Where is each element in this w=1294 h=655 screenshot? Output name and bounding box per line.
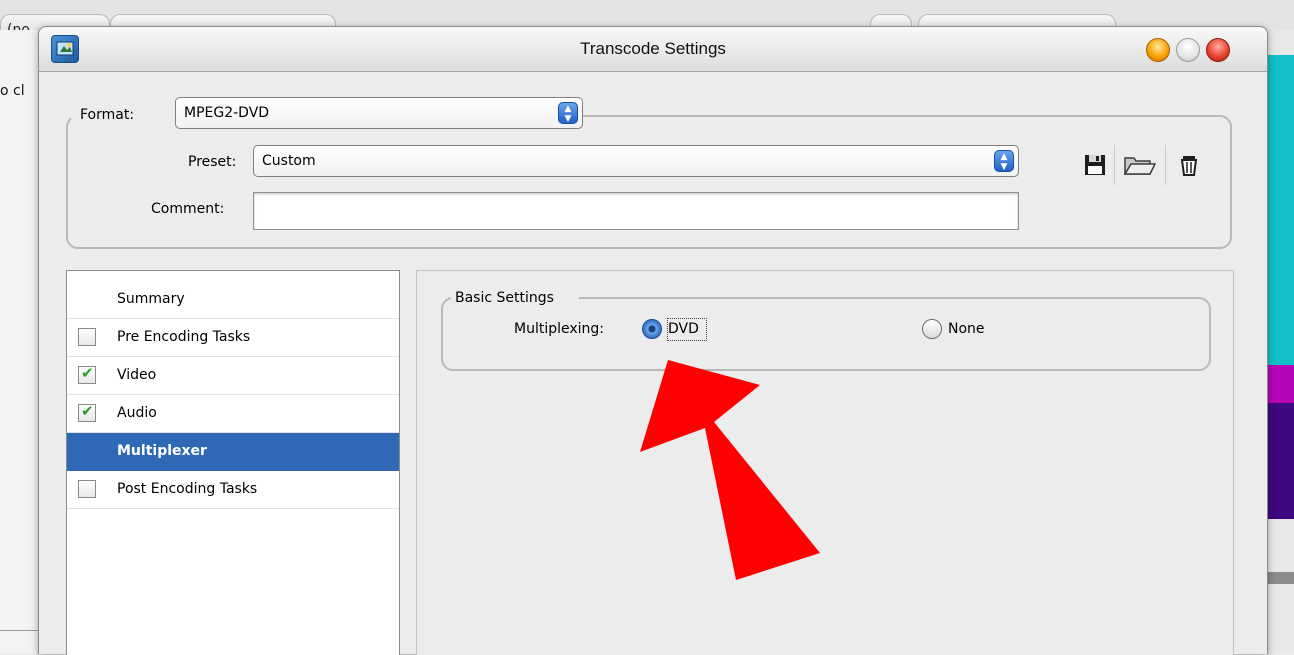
checkmark-icon: ✔	[81, 402, 94, 420]
arrow-shape	[640, 360, 820, 580]
background-divider	[0, 630, 40, 631]
background-color-stripe	[1266, 55, 1294, 365]
list-item-label: Video	[117, 367, 157, 383]
trash-icon[interactable]	[1177, 151, 1201, 179]
select-stepper-icon: ▲ ▼	[994, 150, 1014, 172]
video-checkbox[interactable]: ✔	[78, 364, 96, 384]
preset-select[interactable]: Custom ▲ ▼	[253, 145, 1019, 177]
background-color-stripe	[1266, 365, 1294, 403]
dvd-radio[interactable]	[642, 319, 662, 339]
checkmark-icon: ✔	[81, 364, 94, 382]
background-left-panel	[0, 30, 40, 653]
background-color-stripe	[1266, 403, 1294, 519]
save-icon[interactable]	[1081, 151, 1109, 179]
post-encoding-checkbox[interactable]	[78, 480, 96, 498]
category-list: Summary Pre Encoding Tasks ✔ Video ✔ Aud…	[66, 270, 400, 655]
list-item-label: Audio	[117, 405, 157, 421]
list-item-summary[interactable]: Summary	[67, 281, 399, 319]
list-item-label: Summary	[117, 291, 185, 307]
background-scrollbar	[1266, 572, 1294, 584]
comment-field[interactable]	[253, 192, 1019, 230]
zoom-button[interactable]	[1176, 38, 1200, 62]
format-value: MPEG2-DVD	[184, 105, 270, 121]
none-radio[interactable]	[922, 319, 942, 339]
comment-label: Comment:	[151, 201, 225, 217]
list-item-video[interactable]: ✔ Video	[67, 357, 399, 395]
list-item-label: Pre Encoding Tasks	[117, 329, 251, 345]
audio-checkbox[interactable]: ✔	[78, 402, 96, 422]
list-item-label: Multiplexer	[117, 443, 207, 459]
pre-encoding-checkbox[interactable]	[78, 328, 96, 346]
select-stepper-icon: ▲ ▼	[558, 102, 578, 124]
preset-value: Custom	[262, 153, 316, 169]
annotation-arrow	[640, 360, 820, 580]
list-item-multiplexer[interactable]: Multiplexer	[67, 433, 399, 471]
none-radio-label[interactable]: None	[948, 321, 985, 337]
list-item-pre-encoding-tasks[interactable]: Pre Encoding Tasks	[67, 319, 399, 357]
close-button[interactable]	[1206, 38, 1230, 62]
list-item-audio[interactable]: ✔ Audio	[67, 395, 399, 433]
list-item-post-encoding-tasks[interactable]: Post Encoding Tasks	[67, 471, 399, 509]
format-select[interactable]: MPEG2-DVD ▲ ▼	[175, 97, 583, 129]
toolbar-separator	[1114, 145, 1115, 185]
minimize-button[interactable]	[1146, 38, 1170, 62]
focus-ring	[667, 318, 707, 341]
list-item-label: Post Encoding Tasks	[117, 481, 258, 497]
background-left-text: o cl	[0, 83, 25, 99]
title-bar[interactable]: Transcode Settings	[39, 27, 1267, 72]
preset-label: Preset:	[188, 154, 237, 170]
open-folder-icon[interactable]	[1122, 151, 1157, 179]
basic-settings-label: Basic Settings	[455, 290, 554, 306]
multiplexing-label: Multiplexing:	[514, 321, 605, 337]
toolbar-separator	[1165, 145, 1166, 185]
window-title: Transcode Settings	[580, 39, 726, 58]
format-label: Format:	[80, 107, 135, 123]
